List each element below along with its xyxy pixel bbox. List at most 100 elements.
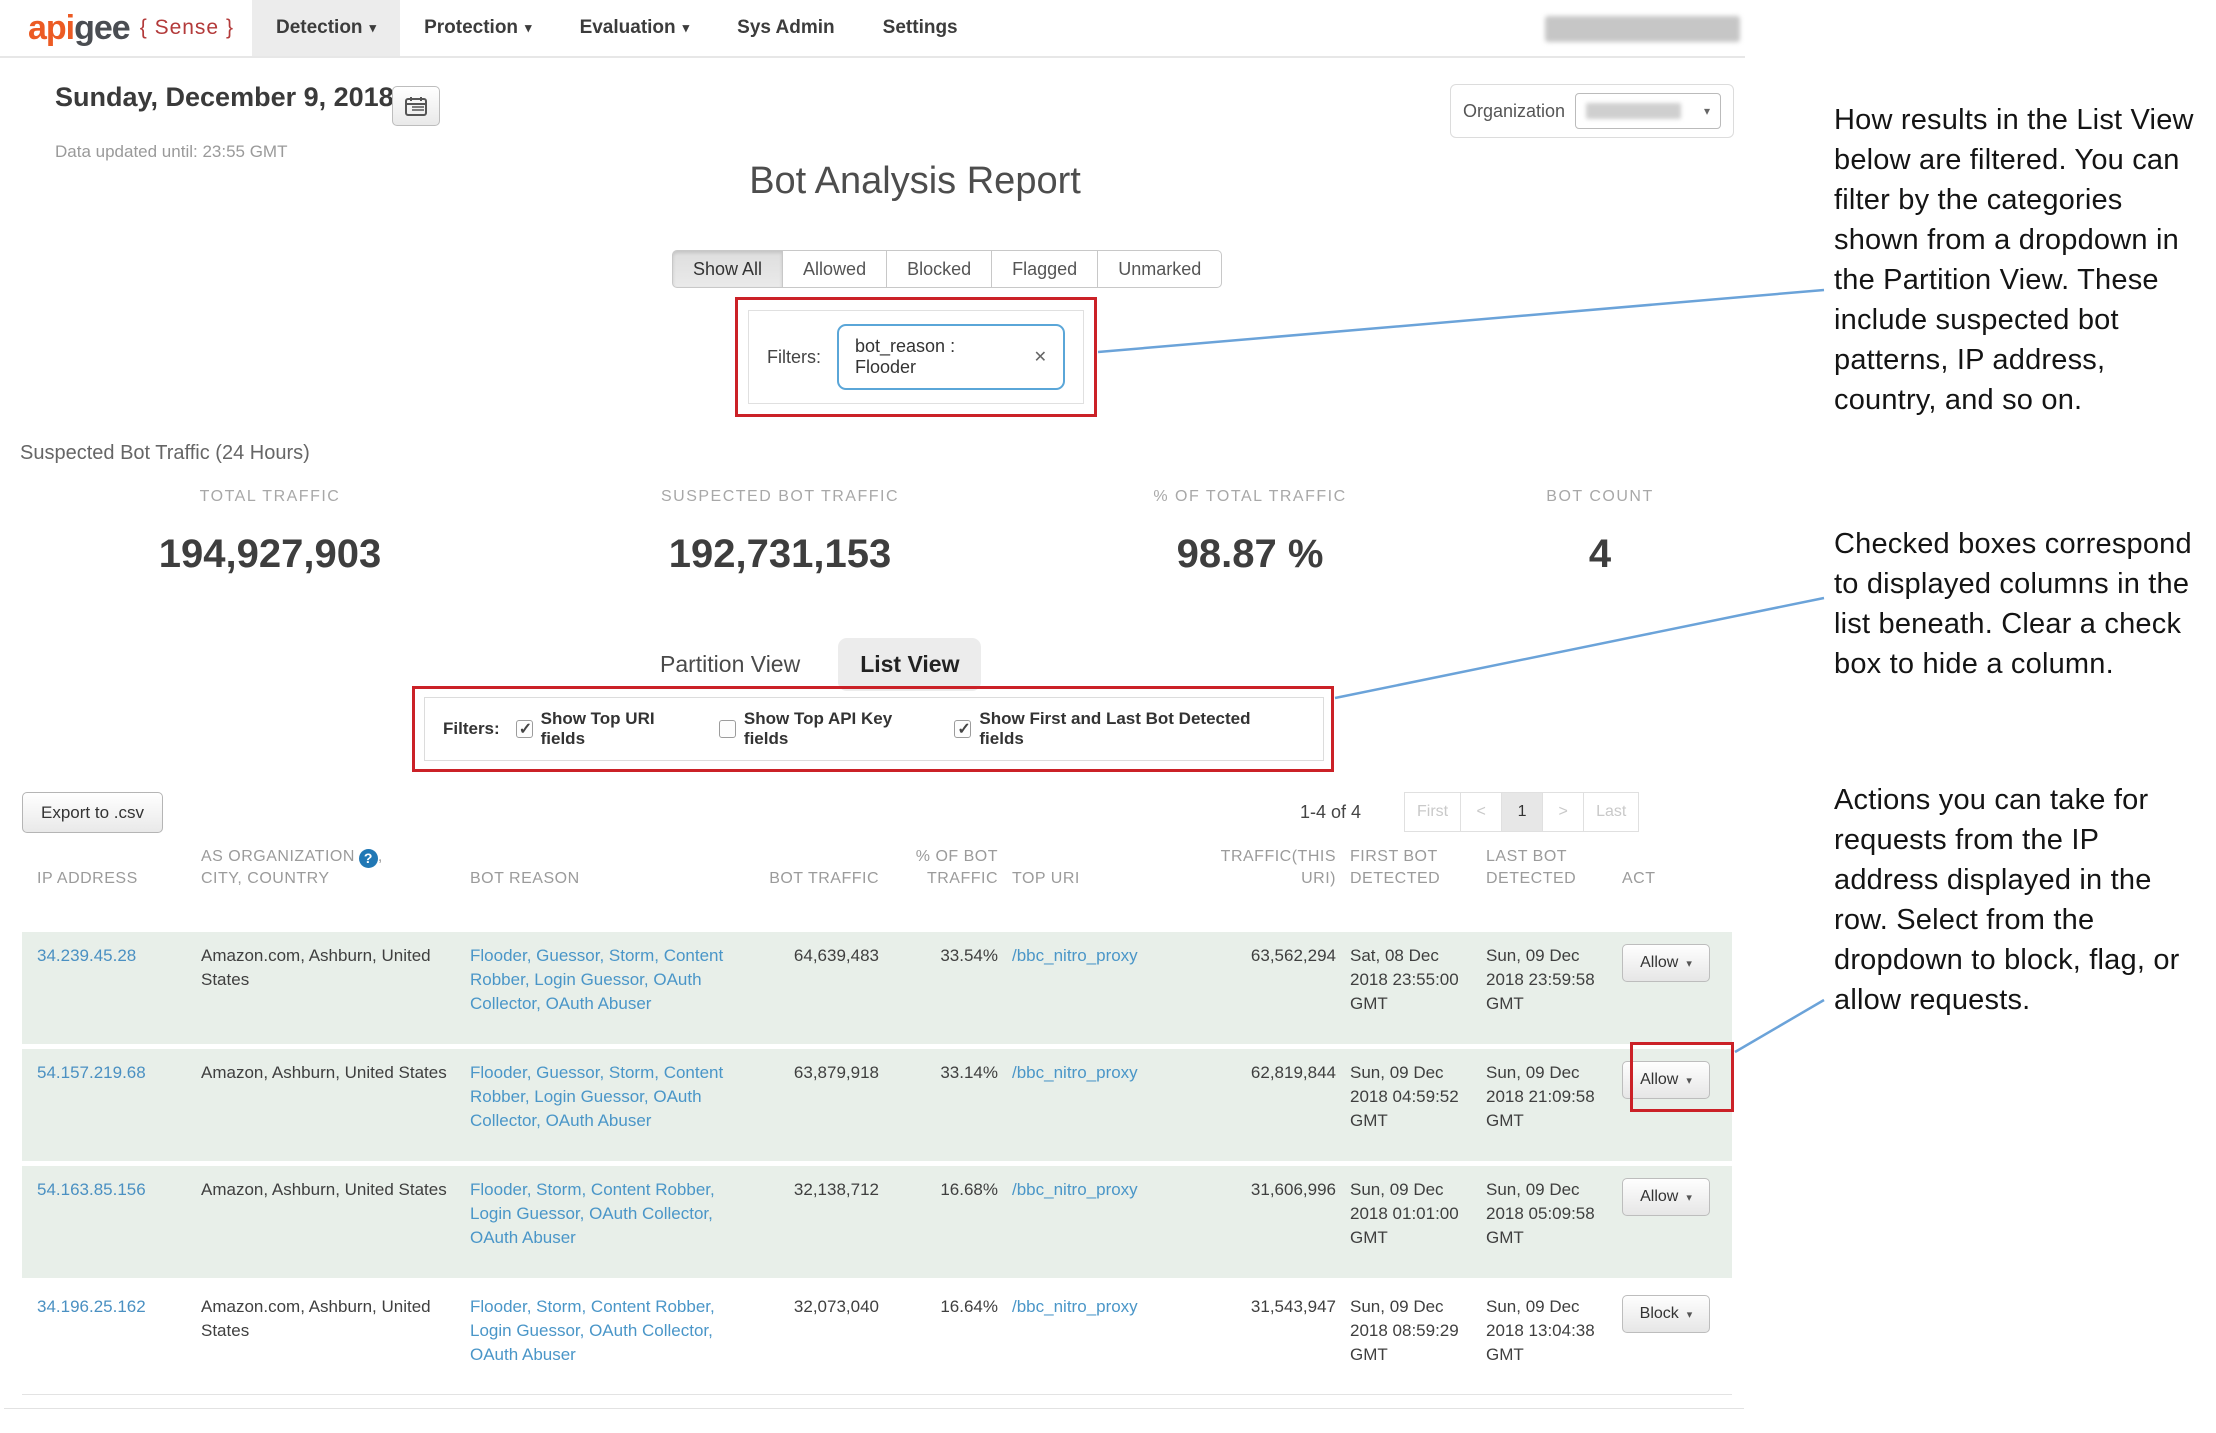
stat-value: 4 (1480, 532, 1720, 577)
nav-item-detection[interactable]: Detection ▾ (252, 0, 400, 56)
col-last-bot-detected: LAST BOT DETECTED (1486, 846, 1608, 891)
checkbox-icon[interactable] (719, 720, 736, 738)
nav-item-settings[interactable]: Settings (859, 0, 982, 56)
checkbox-show-first-last-detected[interactable]: Show First and Last Bot Detected fields (954, 709, 1279, 749)
caret-down-icon: ▾ (370, 20, 377, 36)
first-detected-cell: Sun, 09 Dec 2018 01:01:00 GMT (1350, 1178, 1472, 1249)
pagination-next-button[interactable]: > (1542, 792, 1584, 832)
logo-api: api (28, 9, 74, 48)
nav-item-sys-admin[interactable]: Sys Admin (713, 0, 859, 56)
view-switch: Partition View List View (660, 638, 981, 691)
bot-traffic-cell: 32,073,040 (744, 1295, 879, 1319)
top-navbar: apigee { Sense } Detection ▾ Protection … (0, 0, 1745, 58)
org-cell: Amazon.com, Ashburn, United States (201, 944, 456, 992)
ip-link[interactable]: 34.196.25.162 (37, 1295, 187, 1319)
page-title: Bot Analysis Report (660, 160, 1170, 203)
logo-sense: { Sense } (140, 16, 234, 40)
stat-total-traffic: TOTAL TRAFFIC 194,927,903 (120, 488, 420, 577)
help-icon[interactable]: ? (359, 849, 378, 868)
bot-traffic-cell: 32,138,712 (744, 1178, 879, 1202)
checkbox-icon[interactable] (954, 720, 971, 738)
caret-down-icon: ▾ (683, 20, 690, 36)
annotation-checkboxes: Checked boxes correspond to displayed co… (1834, 524, 2206, 684)
ip-link[interactable]: 54.163.85.156 (37, 1178, 187, 1202)
report-date: Sunday, December 9, 2018 (55, 82, 394, 113)
caret-down-icon: ▾ (1686, 957, 1692, 970)
traffic-uri-cell: 31,606,996 (1191, 1178, 1336, 1202)
caret-down-icon: ▾ (1687, 1308, 1693, 1321)
ip-link[interactable]: 34.239.45.28 (37, 944, 187, 968)
tab-list-view[interactable]: List View (838, 638, 981, 691)
stat-value: 194,927,903 (120, 532, 420, 577)
table-row: 34.196.25.162 Amazon.com, Ashburn, Unite… (22, 1283, 1732, 1395)
org-cell: Amazon.com, Ashburn, United States (201, 1295, 456, 1343)
col-bot-reason: BOT REASON (470, 868, 730, 890)
pagination: First < 1 > Last (1405, 792, 1639, 832)
checkbox-show-top-uri[interactable]: Show Top URI fields (516, 709, 693, 749)
panel-bottom-border (4, 1408, 1744, 1409)
bot-reason-links[interactable]: Flooder, Guessor, Storm, Content Robber,… (470, 1061, 730, 1132)
tab-allowed[interactable]: Allowed (782, 250, 887, 288)
pagination-range: 1-4 of 4 (1300, 802, 1361, 823)
tab-blocked[interactable]: Blocked (886, 250, 992, 288)
top-uri-link[interactable]: /bbc_nitro_proxy (1012, 1295, 1177, 1319)
caret-down-icon: ▾ (1686, 1074, 1692, 1087)
pct-cell: 33.54% (893, 944, 998, 968)
stat-value: 192,731,153 (600, 532, 960, 577)
caret-down-icon: ▾ (1686, 1191, 1692, 1204)
col-traffic-this-uri: TRAFFIC(THIS URI) (1191, 846, 1336, 891)
status-tab-group: Show All Allowed Blocked Flagged Unmarke… (672, 250, 1222, 288)
bot-reason-links[interactable]: Flooder, Storm, Content Robber, Login Gu… (470, 1295, 730, 1366)
top-uri-link[interactable]: /bbc_nitro_proxy (1012, 1061, 1177, 1085)
caret-down-icon: ▾ (525, 20, 532, 36)
filter-chip-bot-reason[interactable]: bot_reason : Flooder ✕ (837, 324, 1065, 390)
org-cell: Amazon, Ashburn, United States (201, 1178, 456, 1202)
close-icon[interactable]: ✕ (1034, 347, 1047, 367)
annotation-actions: Actions you can take for requests from t… (1834, 780, 2206, 1020)
bot-traffic-cell: 63,879,918 (744, 1061, 879, 1085)
apigee-logo[interactable]: apigee { Sense } (0, 0, 252, 56)
pct-cell: 16.64% (893, 1295, 998, 1319)
action-dropdown[interactable]: Block ▾ (1622, 1295, 1710, 1333)
logo-gee: gee (74, 9, 130, 48)
last-detected-cell: Sun, 09 Dec 2018 13:04:38 GMT (1486, 1295, 1608, 1366)
col-ip-address: IP ADDRESS (37, 868, 187, 890)
pagination-page-1-button[interactable]: 1 (1501, 792, 1543, 832)
action-dropdown[interactable]: Allow ▾ (1622, 1061, 1710, 1099)
traffic-uri-cell: 63,562,294 (1191, 944, 1336, 968)
nav-item-evaluation[interactable]: Evaluation ▾ (556, 0, 714, 56)
first-detected-cell: Sat, 08 Dec 2018 23:55:00 GMT (1350, 944, 1472, 1015)
bot-reason-links[interactable]: Flooder, Storm, Content Robber, Login Gu… (470, 1178, 730, 1249)
column-filters-panel: Filters: Show Top URI fields Show Top AP… (424, 697, 1324, 761)
checkbox-icon[interactable] (516, 720, 533, 738)
bot-analysis-page: apigee { Sense } Detection ▾ Protection … (0, 0, 2216, 1433)
bot-reason-links[interactable]: Flooder, Guessor, Storm, Content Robber,… (470, 944, 730, 1015)
top-uri-link[interactable]: /bbc_nitro_proxy (1012, 944, 1177, 968)
last-detected-cell: Sun, 09 Dec 2018 21:09:58 GMT (1486, 1061, 1608, 1132)
tab-partition-view[interactable]: Partition View (660, 651, 800, 678)
calendar-button[interactable] (392, 86, 440, 126)
pagination-last-button[interactable]: Last (1583, 792, 1639, 832)
tab-flagged[interactable]: Flagged (991, 250, 1098, 288)
annotation-filtering: How results in the List View below are f… (1834, 100, 2200, 420)
data-updated-label: Data updated until: 23:55 GMT (55, 142, 287, 162)
ip-link[interactable]: 54.157.219.68 (37, 1061, 187, 1085)
first-detected-cell: Sun, 09 Dec 2018 04:59:52 GMT (1350, 1061, 1472, 1132)
pagination-prev-button[interactable]: < (1460, 792, 1502, 832)
bot-traffic-cell: 64,639,483 (744, 944, 879, 968)
checkbox-show-top-api-key[interactable]: Show Top API Key fields (719, 709, 928, 749)
org-cell: Amazon, Ashburn, United States (201, 1061, 456, 1085)
action-dropdown[interactable]: Allow ▾ (1622, 944, 1710, 982)
action-dropdown[interactable]: Allow ▾ (1622, 1178, 1710, 1216)
nav-item-protection[interactable]: Protection ▾ (400, 0, 555, 56)
organization-label: Organization (1463, 101, 1565, 122)
stat-value: 98.87 % (1080, 532, 1420, 577)
tab-show-all[interactable]: Show All (672, 250, 783, 288)
column-filters-label: Filters: (443, 719, 500, 739)
caret-down-icon: ▾ (1704, 104, 1710, 118)
tab-unmarked[interactable]: Unmarked (1097, 250, 1222, 288)
export-csv-button[interactable]: Export to .csv (22, 792, 163, 833)
top-uri-link[interactable]: /bbc_nitro_proxy (1012, 1178, 1177, 1202)
organization-select[interactable]: ▾ (1575, 93, 1721, 129)
pagination-first-button[interactable]: First (1404, 792, 1461, 832)
